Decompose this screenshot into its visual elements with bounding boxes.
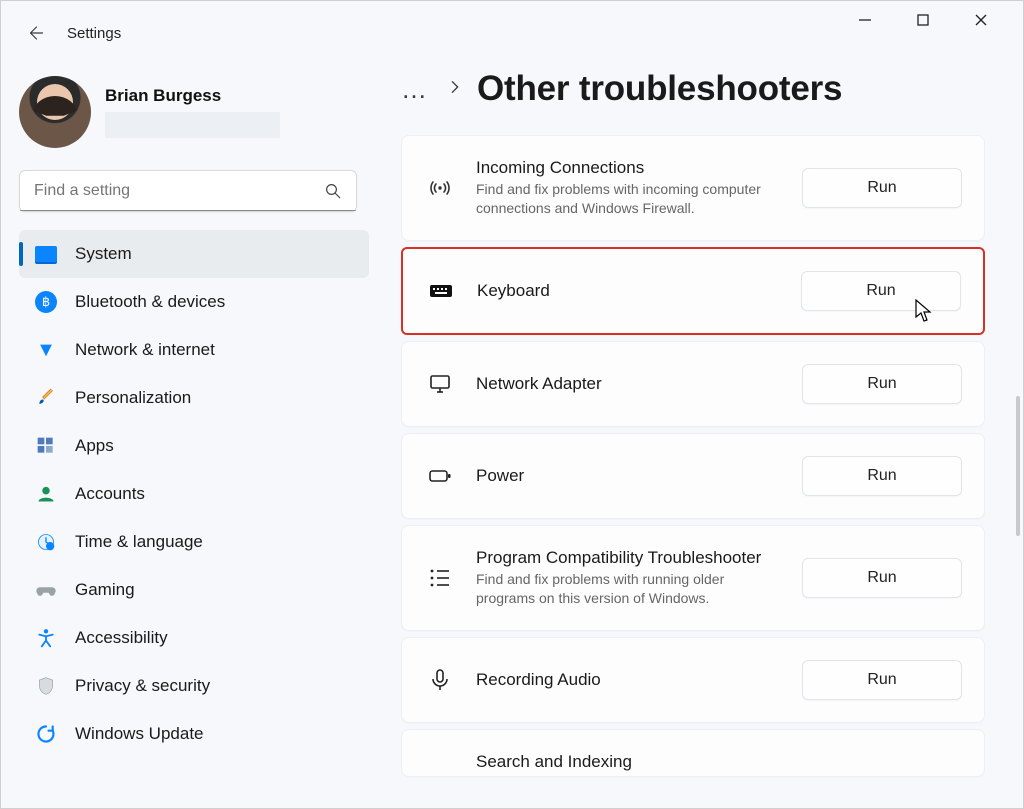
sidebar-item-label: Gaming <box>75 580 135 600</box>
troubleshooter-program-compat: Program Compatibility Troubleshooter Fin… <box>401 525 985 631</box>
run-button[interactable]: Run <box>802 660 962 700</box>
user-name: Brian Burgess <box>105 86 280 106</box>
breadcrumb: … Other troubleshooters <box>401 69 1005 109</box>
breadcrumb-overflow[interactable]: … <box>401 74 433 105</box>
clock-icon <box>35 531 57 553</box>
chevron-right-icon <box>447 79 463 100</box>
run-button[interactable]: Run <box>802 558 962 598</box>
window-controls <box>845 1 1023 39</box>
app-title: Settings <box>67 25 121 42</box>
user-block[interactable]: Brian Burgess <box>19 76 369 148</box>
antenna-icon <box>424 176 456 200</box>
troubleshooter-recording-audio: Recording Audio Run <box>401 637 985 723</box>
sidebar-item-gaming[interactable]: Gaming <box>19 566 369 614</box>
troubleshooter-incoming-connections: Incoming Connections Find and fix proble… <box>401 135 985 241</box>
accounts-icon <box>35 483 57 505</box>
user-email-redacted <box>105 112 280 138</box>
page-title: Other troubleshooters <box>477 69 842 109</box>
avatar <box>19 76 91 148</box>
close-button[interactable] <box>961 5 1001 35</box>
run-button[interactable]: Run <box>802 364 962 404</box>
troubleshooter-desc: Find and fix problems with incoming comp… <box>476 180 782 218</box>
monitor-icon <box>424 372 456 396</box>
sidebar-item-privacy[interactable]: Privacy & security <box>19 662 369 710</box>
brush-icon <box>35 387 57 409</box>
troubleshooter-list: Incoming Connections Find and fix proble… <box>401 135 985 783</box>
sidebar-nav: System ฿ Bluetooth & devices ▼ Network &… <box>19 230 369 758</box>
sidebar-item-label: Time & language <box>75 532 203 552</box>
header: Settings <box>21 19 121 47</box>
sidebar-item-update[interactable]: Windows Update <box>19 710 369 758</box>
troubleshooter-title: Incoming Connections <box>476 158 782 178</box>
sidebar-item-label: Accounts <box>75 484 145 504</box>
list-icon <box>424 566 456 590</box>
run-button[interactable]: Run <box>802 168 962 208</box>
back-button[interactable] <box>21 19 49 47</box>
run-button[interactable]: Run <box>802 456 962 496</box>
wifi-icon: ▼ <box>35 339 57 361</box>
troubleshooter-title: Keyboard <box>477 281 781 301</box>
system-icon <box>35 243 57 265</box>
troubleshooter-title: Power <box>476 466 782 486</box>
troubleshooter-title: Network Adapter <box>476 374 782 394</box>
main-content: … Other troubleshooters Incoming Connect… <box>401 69 1005 798</box>
sidebar-item-accessibility[interactable]: Accessibility <box>19 614 369 662</box>
accessibility-icon <box>35 627 57 649</box>
search-box[interactable] <box>19 170 357 212</box>
bluetooth-icon: ฿ <box>35 291 57 313</box>
sidebar-item-label: Windows Update <box>75 724 204 744</box>
sidebar-item-personalization[interactable]: Personalization <box>19 374 369 422</box>
troubleshooter-title: Program Compatibility Troubleshooter <box>476 548 782 568</box>
sidebar-item-label: Accessibility <box>75 628 168 648</box>
troubleshooter-power: Power Run <box>401 433 985 519</box>
troubleshooter-search-indexing: Search and Indexing <box>401 729 985 777</box>
sidebar-item-label: Network & internet <box>75 340 215 360</box>
microphone-icon <box>424 668 456 692</box>
maximize-button[interactable] <box>903 5 943 35</box>
update-icon <box>35 723 57 745</box>
apps-icon <box>35 435 57 457</box>
troubleshooter-keyboard: Keyboard Run <box>401 247 985 335</box>
scrollbar[interactable] <box>1016 396 1020 536</box>
sidebar-item-label: Apps <box>75 436 114 456</box>
sidebar-item-accounts[interactable]: Accounts <box>19 470 369 518</box>
sidebar: Brian Burgess System ฿ Bluetooth & devic… <box>19 76 369 758</box>
sidebar-item-bluetooth[interactable]: ฿ Bluetooth & devices <box>19 278 369 326</box>
sidebar-item-network[interactable]: ▼ Network & internet <box>19 326 369 374</box>
sidebar-item-label: Bluetooth & devices <box>75 292 225 312</box>
sidebar-item-label: Personalization <box>75 388 191 408</box>
keyboard-icon <box>425 279 457 303</box>
battery-icon <box>424 464 456 488</box>
run-button[interactable]: Run <box>801 271 961 311</box>
sidebar-item-apps[interactable]: Apps <box>19 422 369 470</box>
sidebar-item-system[interactable]: System <box>19 230 369 278</box>
minimize-button[interactable] <box>845 5 885 35</box>
gaming-icon <box>35 579 57 601</box>
troubleshooter-title: Recording Audio <box>476 670 782 690</box>
troubleshooter-desc: Find and fix problems with running older… <box>476 570 782 608</box>
troubleshooter-network-adapter: Network Adapter Run <box>401 341 985 427</box>
sidebar-item-label: Privacy & security <box>75 676 210 696</box>
sidebar-item-label: System <box>75 244 132 264</box>
troubleshooter-title: Search and Indexing <box>476 752 962 772</box>
search-input[interactable] <box>34 182 324 200</box>
search-icon <box>324 182 342 200</box>
sidebar-item-time[interactable]: Time & language <box>19 518 369 566</box>
shield-icon <box>35 675 57 697</box>
